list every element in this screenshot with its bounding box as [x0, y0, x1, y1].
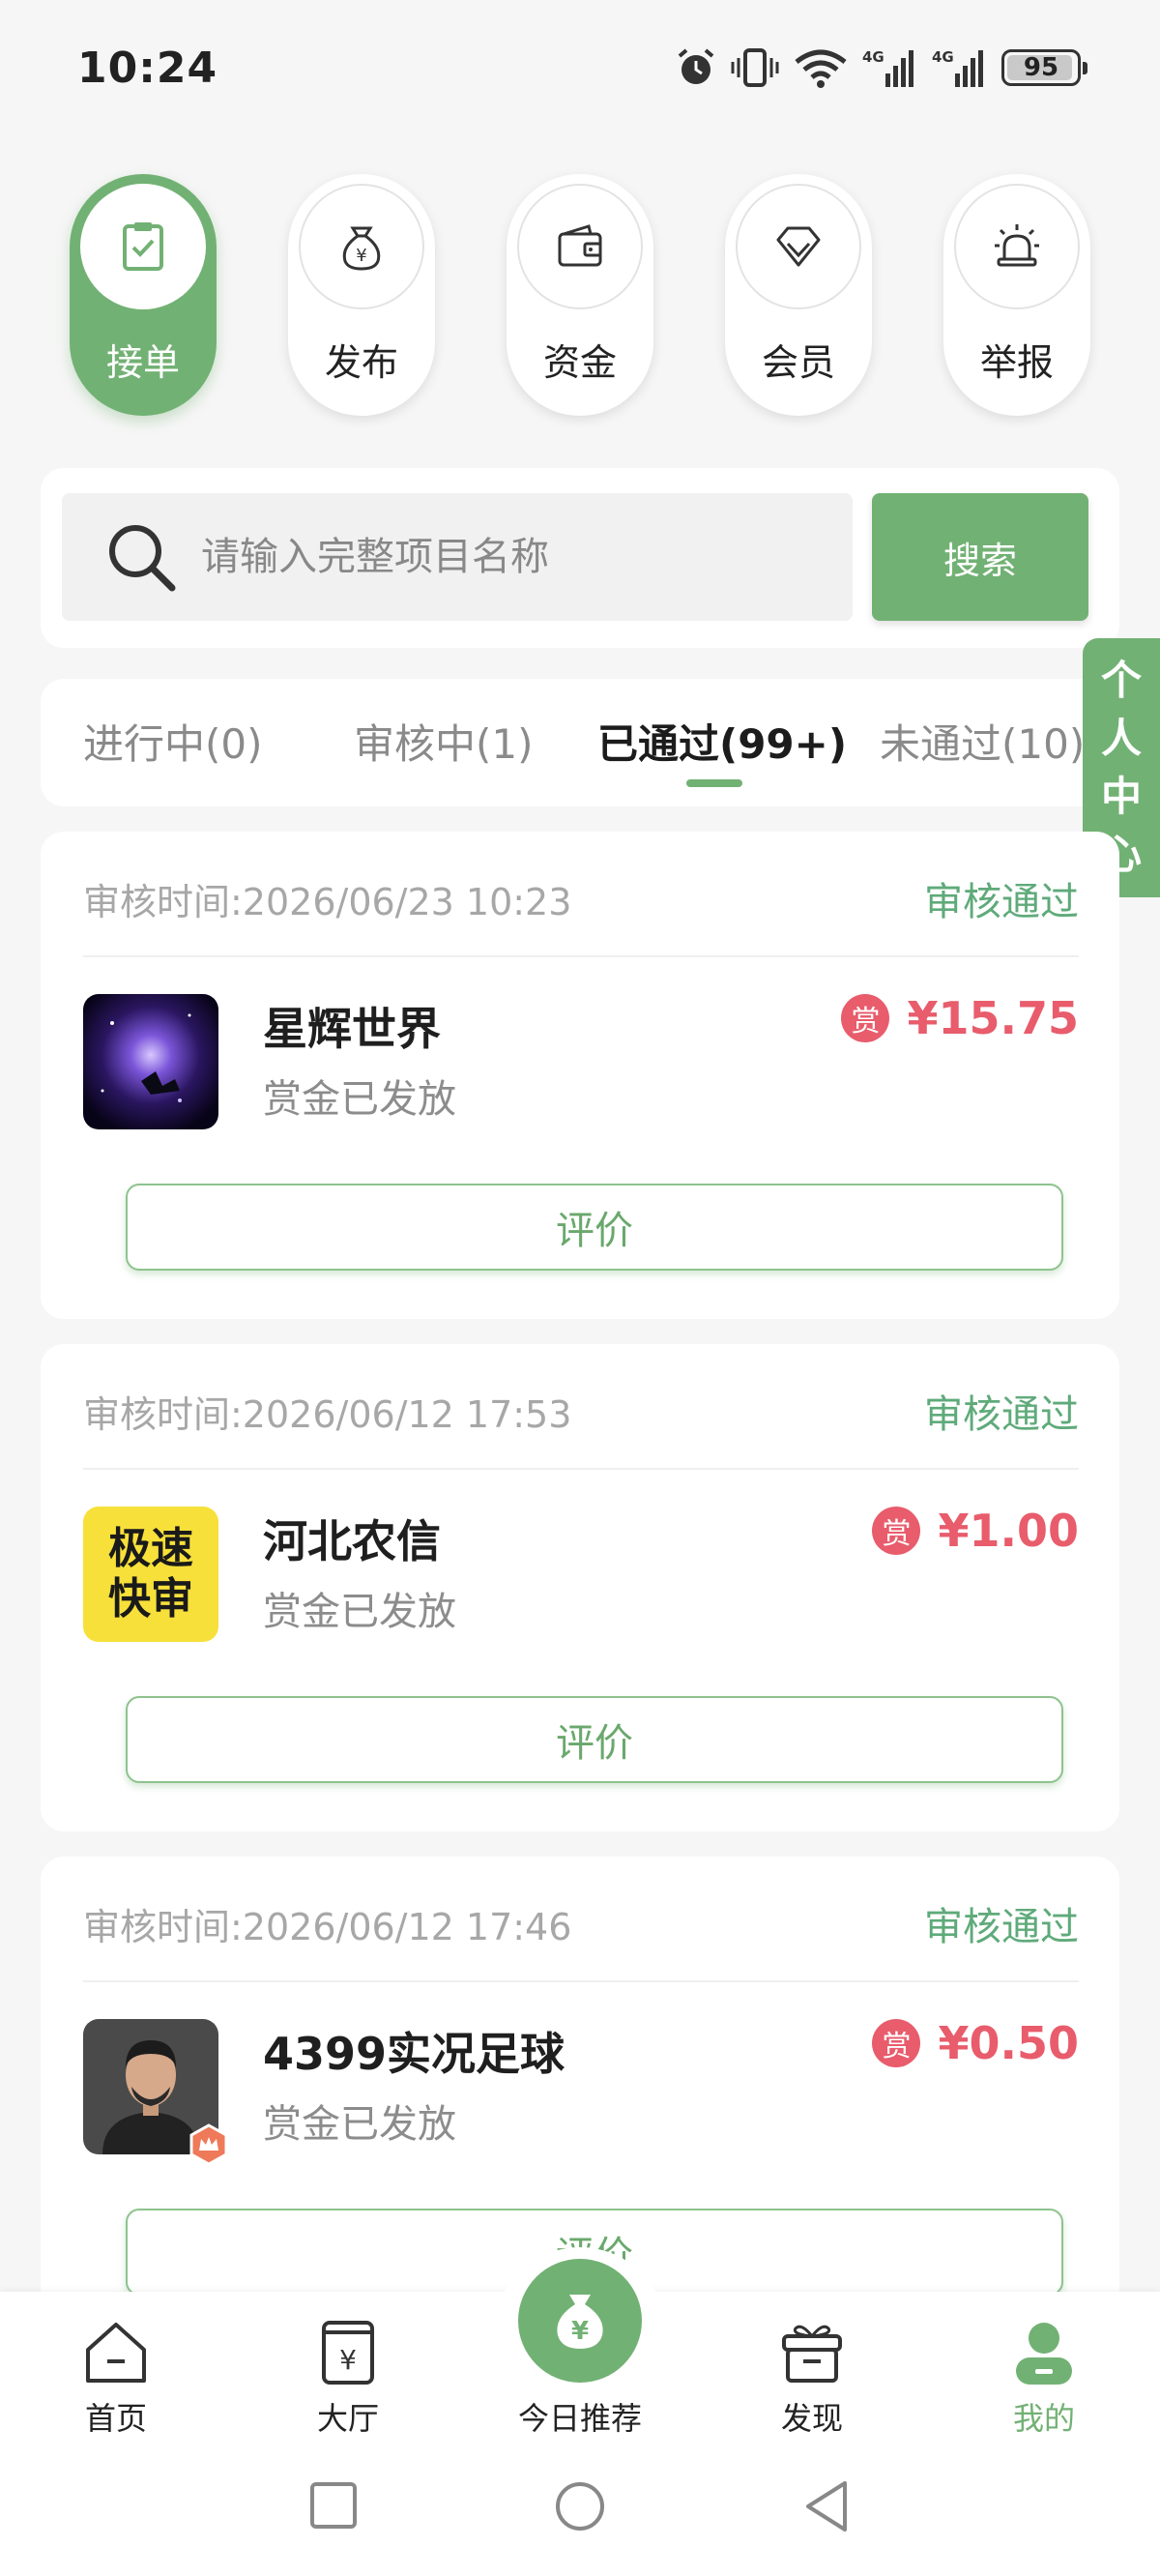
review-time: 审核时间:2026/06/23 10:23: [83, 881, 572, 923]
category-label: 举报: [979, 341, 1054, 384]
category-label: 发布: [324, 341, 398, 384]
alarm-light-icon: [954, 184, 1080, 309]
reward-amount: ¥1.00: [938, 1505, 1079, 1557]
tab-rejected[interactable]: 未通过(10): [880, 712, 1085, 771]
alarm-icon: [678, 48, 714, 84]
reward-status-text: 赏金已发放: [263, 1077, 456, 1122]
category-row: 接单 ¥ 发布 资金 会员 举报: [70, 174, 1090, 416]
battery-icon: 95: [1001, 49, 1088, 86]
reward-status-text: 赏金已发放: [263, 2102, 456, 2147]
home-icon: [86, 2323, 146, 2383]
nav-mine[interactable]: 我的: [967, 2319, 1121, 2439]
active-tab-indicator: [686, 779, 742, 787]
svg-text:4G: 4G: [932, 48, 954, 66]
review-time: 审核时间:2026/06/12 17:53: [83, 1393, 572, 1436]
reward-status-text: 赏金已发放: [263, 1590, 456, 1634]
nav-discover[interactable]: 发现: [735, 2319, 889, 2439]
review-status: 审核通过: [924, 880, 1079, 924]
crown-badge-icon: [189, 2123, 228, 2166]
nav-hall[interactable]: ¥ 大厅: [271, 2319, 425, 2439]
home-circle-icon[interactable]: [553, 2479, 607, 2533]
svg-text:¥: ¥: [339, 2344, 357, 2376]
galaxy-thumbnail: [83, 994, 218, 1129]
divider: [83, 1980, 1079, 1982]
reward: 赏 ¥15.75: [841, 992, 1079, 1044]
money-bag-icon: ¥: [299, 184, 424, 309]
battery-level: 95: [1023, 53, 1059, 82]
status-tabs: 进行中(0) 审核中(1) 已通过(99+) 未通过(10): [41, 679, 1119, 806]
reward: 赏 ¥0.50: [872, 2017, 1079, 2069]
project-name: 星辉世界: [263, 1003, 441, 1055]
reward: 赏 ¥1.00: [872, 1505, 1079, 1557]
wifi-icon: [795, 49, 847, 88]
svg-text:¥: ¥: [356, 246, 366, 266]
status-bar: 10:24 4G 4G 95: [0, 0, 1160, 135]
review-time: 审核时间:2026/06/12 17:46: [83, 1906, 572, 1948]
divider: [83, 1468, 1079, 1470]
reward-amount: ¥0.50: [938, 2017, 1079, 2069]
search-card: 搜索: [41, 468, 1119, 648]
bottom-nav: 首页 ¥ 大厅 ¥ 今日推荐 发现 我的: [0, 2247, 1160, 2439]
logo-text-line: 快审: [108, 1574, 193, 1624]
wallet-icon: [517, 184, 643, 309]
search-input[interactable]: [201, 535, 820, 579]
nav-home[interactable]: 首页: [39, 2319, 193, 2439]
tab-approved[interactable]: 已通过(99+): [597, 712, 847, 771]
project-name: 河北农信: [263, 1515, 441, 1567]
nav-label: 今日推荐: [517, 2400, 642, 2437]
nav-today-recommend[interactable]: ¥: [518, 2259, 642, 2383]
tab-in-progress[interactable]: 进行中(0): [83, 712, 263, 771]
nav-label: 首页: [84, 2400, 147, 2437]
divider: [83, 955, 1079, 957]
category-label: 接单: [105, 341, 180, 384]
system-nav-bar: [0, 2437, 1160, 2576]
record-card: 审核时间:2026/06/12 17:53 审核通过 极速 快审 河北农信 赏金…: [41, 1344, 1119, 1831]
review-status: 审核通过: [924, 1905, 1079, 1949]
gift-box-icon: [782, 2325, 842, 2383]
category-report[interactable]: 举报: [943, 174, 1090, 416]
clipboard-check-icon: [80, 184, 206, 309]
record-card: 审核时间:2026/06/23 10:23 审核通过 星辉世界 赏金已发放 赏 …: [41, 832, 1119, 1319]
nav-label: 我的: [1012, 2400, 1075, 2437]
status-time: 10:24: [77, 43, 218, 93]
user-icon: [1016, 2323, 1072, 2385]
yen-ticket-icon: ¥: [322, 2321, 374, 2385]
diamond-icon: [736, 184, 861, 309]
project-name: 4399实况足球: [263, 2028, 566, 2080]
nav-label: 发现: [780, 2400, 843, 2437]
reward-badge-icon: 赏: [841, 994, 890, 1042]
review-button[interactable]: 评价: [126, 1696, 1063, 1783]
review-status: 审核通过: [924, 1392, 1079, 1437]
tab-under-review[interactable]: 审核中(1): [354, 712, 534, 771]
category-funds[interactable]: 资金: [507, 174, 653, 416]
nav-label: 大厅: [316, 2400, 379, 2437]
signal-4g-icon: 4G: [932, 48, 983, 87]
svg-text:¥: ¥: [571, 2317, 589, 2346]
category-label: 会员: [761, 341, 835, 384]
avatar-thumbnail: [83, 2019, 228, 2166]
back-icon[interactable]: [800, 2479, 853, 2533]
reward-badge-icon: 赏: [872, 2019, 921, 2067]
logo-thumbnail: 极速 快审: [83, 1507, 218, 1642]
search-box[interactable]: [62, 493, 853, 621]
recent-apps-icon[interactable]: [307, 2479, 360, 2532]
status-icons: 4G 4G 95: [675, 46, 1088, 89]
search-button[interactable]: 搜索: [872, 493, 1088, 621]
money-bag-icon: ¥: [557, 2295, 603, 2349]
svg-text:4G: 4G: [862, 48, 884, 66]
logo-text-line: 极速: [108, 1524, 193, 1573]
vibrate-icon: [731, 48, 779, 87]
reward-amount: ¥15.75: [907, 992, 1079, 1044]
category-membership[interactable]: 会员: [725, 174, 872, 416]
signal-4g-icon: 4G: [862, 48, 914, 87]
review-button[interactable]: 评价: [126, 1184, 1063, 1271]
search-icon: [109, 525, 176, 592]
category-label: 资金: [542, 341, 617, 384]
category-take-order[interactable]: 接单: [70, 174, 217, 416]
category-publish[interactable]: ¥ 发布: [288, 174, 435, 416]
reward-badge-icon: 赏: [872, 1507, 921, 1555]
